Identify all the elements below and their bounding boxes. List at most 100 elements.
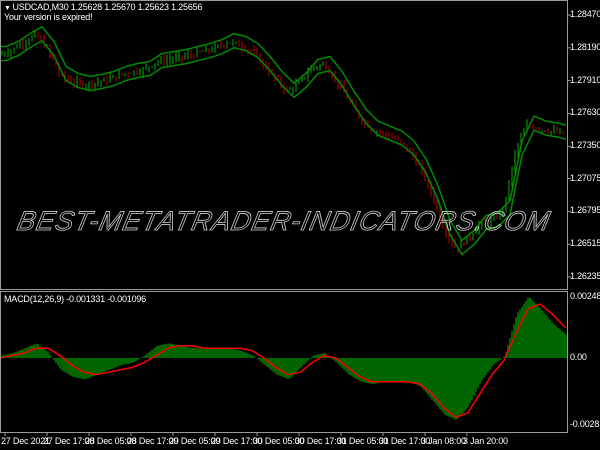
macd-histogram-bar <box>217 348 219 358</box>
macd-histogram-bar <box>451 358 453 418</box>
macd-histogram-bar <box>221 348 223 358</box>
macd-histogram-bar <box>463 358 465 412</box>
macd-histogram-bar <box>563 332 565 358</box>
macd-histogram-bar <box>443 358 445 414</box>
macd-histogram-bar <box>199 348 201 358</box>
macd-histogram-bar <box>167 343 169 358</box>
macd-histogram-bar <box>121 358 123 365</box>
macd-histogram-bar <box>225 348 227 358</box>
macd-histogram-bar <box>317 354 319 358</box>
macd-histogram-bar <box>223 348 225 358</box>
macd-histogram-bar <box>191 347 193 358</box>
macd-histogram-bar <box>465 358 467 410</box>
macd-tick-label: -0.002819 <box>570 419 600 429</box>
macd-histogram-bar <box>129 358 131 364</box>
macd-histogram-bar <box>105 358 107 372</box>
macd-histogram-bar <box>261 358 263 363</box>
macd-histogram-bar <box>461 358 463 414</box>
macd-histogram-bar <box>553 324 555 358</box>
macd-histogram-bar <box>543 312 545 358</box>
time-tick-label: 3 Jan 08:00 <box>421 436 466 446</box>
macd-histogram-bar <box>299 358 301 369</box>
macd-histogram-bar <box>533 301 535 358</box>
price-tick-label: 1.27630 <box>570 107 600 118</box>
macd-histogram-bar <box>127 358 129 364</box>
macd-histogram-bar <box>135 358 137 361</box>
macd-histogram-bar <box>527 298 529 358</box>
macd-histogram-bar <box>399 358 401 382</box>
price-tick-label: 1.26795 <box>570 205 600 216</box>
macd-histogram-bar <box>467 358 469 407</box>
macd-histogram-bar <box>169 343 171 358</box>
macd-histogram-bar <box>315 354 317 358</box>
macd-histogram-bar <box>101 358 103 373</box>
macd-histogram-bar <box>171 343 173 358</box>
macd-histogram-bar <box>391 358 393 382</box>
macd-histogram-bar <box>33 344 35 358</box>
macd-histogram-bar <box>143 356 145 358</box>
macd-histogram-bar <box>475 358 477 392</box>
macd-histogram-bar <box>521 306 523 358</box>
macd-histogram-bar <box>531 299 533 358</box>
macd-histogram-bar <box>251 355 253 358</box>
macd-histogram-bar <box>209 348 211 358</box>
macd-histogram-bar <box>541 310 543 358</box>
macd-histogram-bar <box>401 358 403 382</box>
macd-histogram-bar <box>481 358 483 381</box>
macd-histogram-bar <box>409 358 411 383</box>
macd-histogram-bar <box>183 346 185 358</box>
macd-histogram-bar <box>241 351 243 358</box>
macd-histogram-bar <box>515 317 517 358</box>
macd-histogram-bar <box>141 357 143 358</box>
macd-histogram-bar <box>417 358 419 386</box>
macd-histogram-bar <box>253 356 255 358</box>
macd-histogram-bar <box>107 358 109 371</box>
macd-histogram-bar <box>289 358 291 379</box>
macd-histogram-bar <box>81 358 83 379</box>
macd-histogram-bar <box>197 348 199 358</box>
macd-histogram-bar <box>115 358 117 368</box>
macd-histogram-bar <box>281 358 283 377</box>
macd-histogram-bar <box>113 358 115 368</box>
macd-histogram-bar <box>445 358 447 416</box>
macd-histogram-bar <box>497 358 499 362</box>
macd-histogram-bar <box>369 358 371 384</box>
macd-histogram-bar <box>47 352 49 358</box>
macd-histogram-bar <box>203 348 205 358</box>
macd-histogram-bar <box>307 358 309 361</box>
price-tick-label: 1.28470 <box>570 9 600 19</box>
macd-histogram-bar <box>61 358 63 371</box>
macd-histogram-bar <box>279 358 281 376</box>
macd-tick-label: 0.00 <box>570 352 587 362</box>
macd-histogram-bar <box>109 358 111 370</box>
macd-histogram-bar <box>469 358 471 404</box>
macd-histogram-bar <box>349 358 351 376</box>
macd-histogram-bar <box>551 322 553 358</box>
price-tick-label: 1.26515 <box>570 238 600 249</box>
macd-histogram-bar <box>243 351 245 358</box>
macd-histogram-bar <box>83 358 85 380</box>
macd-histogram-bar <box>137 358 139 360</box>
macd-tick-label: 0.002485 <box>570 291 600 301</box>
price-tick-label: 1.27910 <box>570 74 600 85</box>
macd-histogram-bar <box>205 348 207 358</box>
macd-histogram-bar <box>377 358 379 384</box>
time-tick-label: 3 Jan 20:00 <box>463 436 508 446</box>
macd-histogram-bar <box>237 350 239 358</box>
macd-histogram-bar <box>477 358 479 388</box>
macd-histogram-bar <box>389 358 391 382</box>
macd-histogram-bar <box>413 358 415 384</box>
macd-histogram-bar <box>535 303 537 358</box>
macd-histogram-bar <box>57 358 59 366</box>
macd-histogram-bar <box>87 358 89 379</box>
macd-histogram-bar <box>555 326 557 358</box>
macd-histogram-bar <box>51 357 53 358</box>
macd-histogram-bar <box>449 358 451 418</box>
macd-histogram-bar <box>395 358 397 382</box>
macd-histogram-bar <box>297 358 299 371</box>
macd-histogram-bar <box>375 358 377 384</box>
macd-pane <box>0 297 567 420</box>
macd-histogram-bar <box>247 353 249 358</box>
symbol-info: ▼ USDCAD,M30 1.25628 1.25670 1.25623 1.2… <box>4 2 203 12</box>
macd-histogram-bar <box>537 305 539 358</box>
